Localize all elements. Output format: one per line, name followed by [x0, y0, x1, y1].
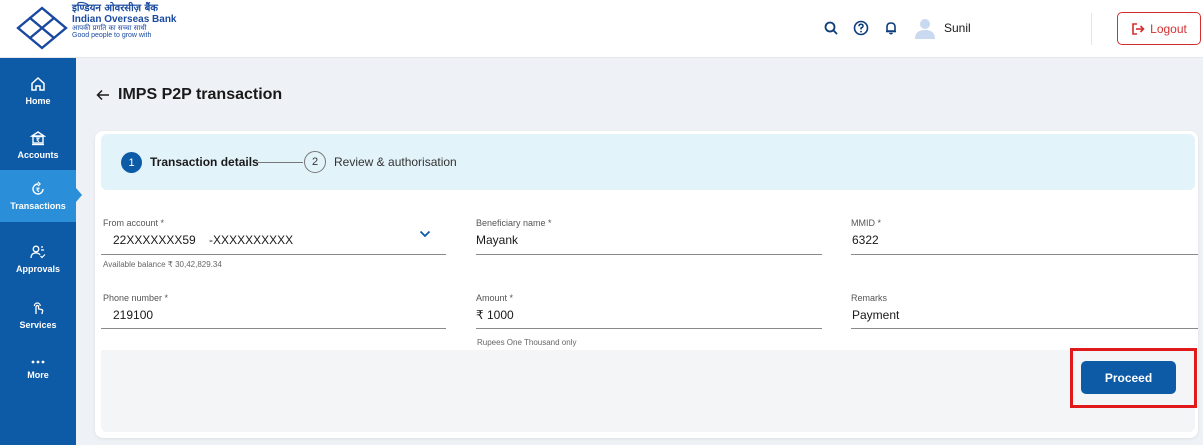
- available-balance: Available balance ₹ 30,42,829.34: [103, 260, 222, 269]
- tagline: Good people to grow with: [72, 32, 152, 40]
- logout-icon: [1132, 22, 1145, 35]
- search-icon[interactable]: [820, 17, 842, 39]
- bank-icon: ₹: [30, 131, 46, 146]
- step-1-indicator: 1: [121, 152, 142, 173]
- remarks-underline: [851, 328, 1198, 329]
- beneficiary-underline: [476, 254, 822, 255]
- step-1-label: Transaction details: [150, 155, 259, 169]
- step-2-label: Review & authorisation: [334, 155, 457, 169]
- home-icon: [31, 76, 45, 91]
- sidebar-item-label: Services: [19, 320, 57, 330]
- from-account-field[interactable]: From account * 22XXXXXXX59 -XXXXXXXXXX: [103, 218, 445, 247]
- remarks-input[interactable]: Payment: [852, 308, 1196, 322]
- sidebar-item-label: Accounts: [17, 150, 59, 160]
- sidebar-item-home[interactable]: Home: [0, 66, 76, 116]
- phone-field[interactable]: Phone number * 219100: [103, 293, 445, 322]
- active-indicator: [76, 188, 82, 202]
- user-avatar-icon[interactable]: [912, 15, 938, 41]
- back-arrow-icon[interactable]: [96, 89, 110, 101]
- stepper: 1 Transaction details 2 Review & authori…: [101, 134, 1195, 190]
- beneficiary-label: Beneficiary name *: [476, 218, 552, 228]
- logout-label: Logout: [1150, 21, 1187, 36]
- amount-field[interactable]: Amount * ₹ 1000: [476, 293, 821, 322]
- form-footer: [101, 350, 1195, 432]
- phone-underline: [101, 328, 446, 329]
- amount-input[interactable]: ₹ 1000: [476, 308, 821, 322]
- phone-label: Phone number *: [103, 293, 169, 303]
- more-icon: [31, 360, 45, 364]
- transactions-icon: ₹: [32, 181, 44, 195]
- remarks-field[interactable]: Remarks Payment: [851, 293, 1196, 322]
- mmid-field[interactable]: MMID * 6322: [851, 218, 1196, 247]
- page-title: IMPS P2P transaction: [96, 86, 282, 104]
- svg-text:₹: ₹: [36, 187, 40, 194]
- sidebar-item-label: Home: [25, 96, 51, 106]
- amount-label: Amount *: [476, 293, 514, 303]
- header-divider: [1091, 13, 1092, 45]
- logout-button[interactable]: Logout: [1117, 12, 1201, 45]
- phone-input[interactable]: 219100: [113, 308, 445, 322]
- header-actions: Sunil: [820, 14, 971, 42]
- beneficiary-input[interactable]: Mayank: [476, 233, 821, 247]
- top-bar: इण्डियन ओवरसीज़ बैंक Indian Overseas Ban…: [0, 0, 1203, 58]
- from-account-label: From account *: [103, 218, 165, 228]
- chevron-down-icon[interactable]: [419, 230, 431, 238]
- remarks-label: Remarks: [851, 293, 888, 303]
- mmid-underline: [851, 254, 1198, 255]
- sidebar-item-approvals[interactable]: Approvals: [0, 234, 76, 284]
- tagline-hindi: आपकी प्रगति का सच्चा साथी: [72, 24, 147, 32]
- sidebar-item-label: Transactions: [10, 201, 66, 211]
- sidebar-item-more[interactable]: More: [0, 344, 76, 394]
- approvals-icon: [30, 245, 46, 259]
- bell-icon[interactable]: [880, 17, 902, 39]
- sidebar-item-transactions[interactable]: ₹ Transactions: [0, 170, 82, 222]
- mmid-label: MMID *: [851, 218, 881, 228]
- beneficiary-field[interactable]: Beneficiary name * Mayank: [476, 218, 821, 247]
- svg-text:₹: ₹: [36, 137, 40, 144]
- services-icon: [33, 302, 44, 315]
- highlight-box: [1070, 348, 1197, 408]
- bank-branding: इण्डियन ओवरसीज़ बैंक Indian Overseas Ban…: [72, 3, 177, 40]
- user-name[interactable]: Sunil: [944, 21, 971, 35]
- step-connector: [258, 162, 303, 163]
- sidebar: Home ₹ Accounts ₹ Transactions Approvals…: [0, 58, 82, 445]
- step-2-indicator: 2: [304, 151, 326, 173]
- mmid-input[interactable]: 6322: [852, 233, 1196, 247]
- sidebar-item-label: More: [27, 370, 49, 380]
- sidebar-item-services[interactable]: Services: [0, 290, 76, 340]
- from-account-underline: [101, 254, 446, 255]
- sidebar-item-label: Approvals: [15, 264, 60, 274]
- help-icon[interactable]: [850, 17, 872, 39]
- sidebar-item-accounts[interactable]: ₹ Accounts: [0, 120, 76, 170]
- bank-name-hindi: इण्डियन ओवरसीज़ बैंक: [72, 3, 158, 14]
- page-title-text: IMPS P2P transaction: [118, 86, 283, 103]
- amount-underline: [476, 328, 822, 329]
- from-account-select[interactable]: 22XXXXXXX59 -XXXXXXXXXX: [113, 233, 445, 247]
- bank-logo[interactable]: [14, 4, 70, 52]
- amount-in-words: Rupees One Thousand only: [477, 338, 577, 347]
